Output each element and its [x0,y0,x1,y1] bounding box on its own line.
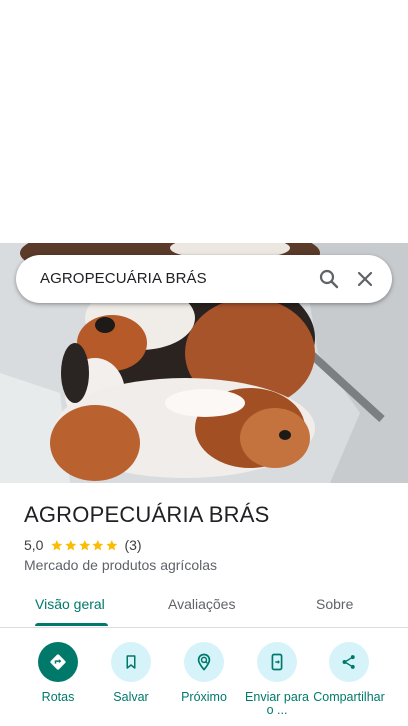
share-button-circle[interactable] [329,642,369,682]
close-icon[interactable] [353,267,377,291]
place-title: AGROPECUÁRIA BRÁS [24,502,270,527]
directions-button-circle[interactable] [38,642,78,682]
tab-about[interactable]: Sobre [316,596,353,612]
rating-count: (3) [124,537,142,553]
star-icon [51,539,63,550]
rating-stars [50,539,118,552]
search-icon[interactable] [317,267,341,291]
save-label: Salvar [113,690,149,704]
nearby-icon [197,653,211,671]
share-icon [342,655,355,669]
save-button[interactable]: Salvar [91,642,171,704]
share-label: Compartilhar [313,690,385,704]
star-icon [106,539,118,550]
rating-row[interactable]: 5,0 (3) [24,536,142,554]
active-tab-indicator [35,623,108,626]
place-category: Mercado de produtos agrícolas [24,557,217,573]
star-icon [92,539,104,550]
map-area[interactable] [0,0,408,243]
bookmark-icon [126,655,136,669]
nearby-label: Próximo [181,690,227,704]
send-to-phone-button[interactable]: Enviar para o ... [237,642,317,717]
share-button[interactable]: Compartilhar [309,642,389,704]
tab-overview[interactable]: Visão geral [35,596,105,612]
nearby-button[interactable]: Próximo [164,642,244,704]
star-icon [65,539,77,550]
directions-label: Rotas [41,690,75,704]
place-tabs: Visão geral Avaliações Sobre [0,586,408,628]
send-to-phone-button-circle[interactable] [257,642,297,682]
star-icon [79,539,90,550]
send-to-phone-icon [271,653,283,671]
search-query[interactable]: AGROPECUÁRIA BRÁS [40,270,207,287]
send-to-phone-label: Enviar para o ... [245,690,309,717]
nearby-button-circle[interactable] [184,642,224,682]
directions-button[interactable]: Rotas [18,642,98,704]
rating-value: 5,0 [24,537,44,553]
action-bar: Rotas Salvar Próximo Enviar para o ... C… [0,628,408,726]
save-button-circle[interactable] [111,642,151,682]
search-bar[interactable]: AGROPECUÁRIA BRÁS [16,255,392,303]
tab-reviews[interactable]: Avaliações [168,596,235,612]
directions-icon [50,654,66,670]
